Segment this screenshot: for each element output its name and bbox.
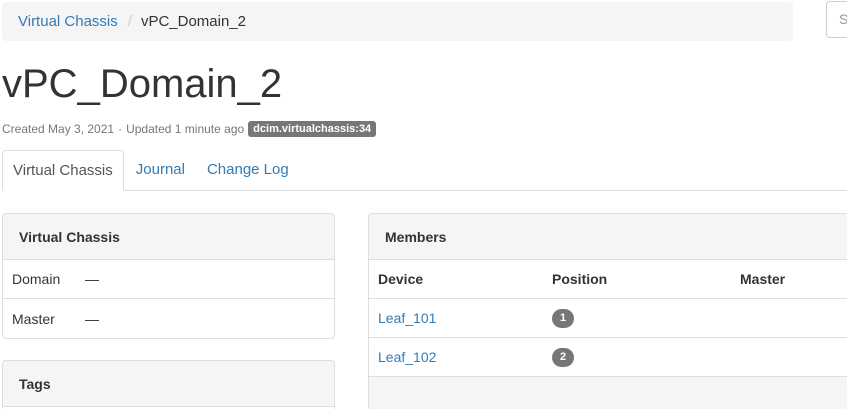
updated-time: Updated 1 minute ago (126, 122, 245, 136)
virtual-chassis-panel-heading: Virtual Chassis (3, 214, 334, 260)
virtual-chassis-panel: Virtual Chassis Domain — Master — (2, 213, 335, 339)
position-badge: 1 (552, 309, 574, 328)
breadcrumb-current: vPC_Domain_2 (140, 13, 246, 30)
page-title: vPC_Domain_2 (2, 62, 283, 106)
device-link-leaf-102[interactable]: Leaf_102 (378, 349, 436, 365)
members-panel-heading: Members (369, 214, 847, 260)
domain-value: — (85, 271, 99, 287)
master-value: — (85, 310, 99, 327)
domain-row: Domain — (3, 260, 334, 299)
table-row: Leaf_102 2 (369, 338, 847, 377)
members-panel: Members Device Position Master Leaf_101 … (368, 213, 847, 409)
column-header-master: Master (740, 271, 786, 287)
column-header-position: Position (552, 271, 608, 287)
object-id-badge: dcim.virtualchassis:34 (248, 121, 377, 137)
created-date: Created May 3, 2021 (2, 122, 115, 136)
device-link-leaf-101[interactable]: Leaf_101 (378, 310, 436, 326)
master-row: Master — (3, 299, 334, 338)
domain-label: Domain (12, 271, 61, 287)
object-meta: Created May 3, 2021 · Updated 1 minute a… (2, 120, 377, 138)
breadcrumb-virtual-chassis-link[interactable]: Virtual Chassis (18, 13, 118, 30)
members-panel-footer (369, 377, 847, 409)
master-label: Master (12, 310, 55, 327)
tags-panel: Tags (2, 360, 335, 409)
members-table-header: Device Position Master (369, 260, 847, 299)
tab-change-log[interactable]: Change Log (197, 150, 299, 191)
column-header-device: Device (378, 271, 424, 287)
table-row: Leaf_101 1 (369, 299, 847, 338)
meta-separator: · (118, 122, 123, 136)
tab-bar: Virtual Chassis Journal Change Log (2, 150, 847, 191)
breadcrumb: Virtual Chassis / vPC_Domain_2 (2, 2, 793, 41)
breadcrumb-separator: / (127, 13, 132, 30)
tags-panel-heading: Tags (3, 361, 334, 407)
tab-journal[interactable]: Journal (126, 150, 195, 191)
position-badge: 2 (552, 348, 574, 367)
tab-virtual-chassis[interactable]: Virtual Chassis (2, 150, 124, 191)
search-input[interactable]: S (826, 1, 847, 38)
